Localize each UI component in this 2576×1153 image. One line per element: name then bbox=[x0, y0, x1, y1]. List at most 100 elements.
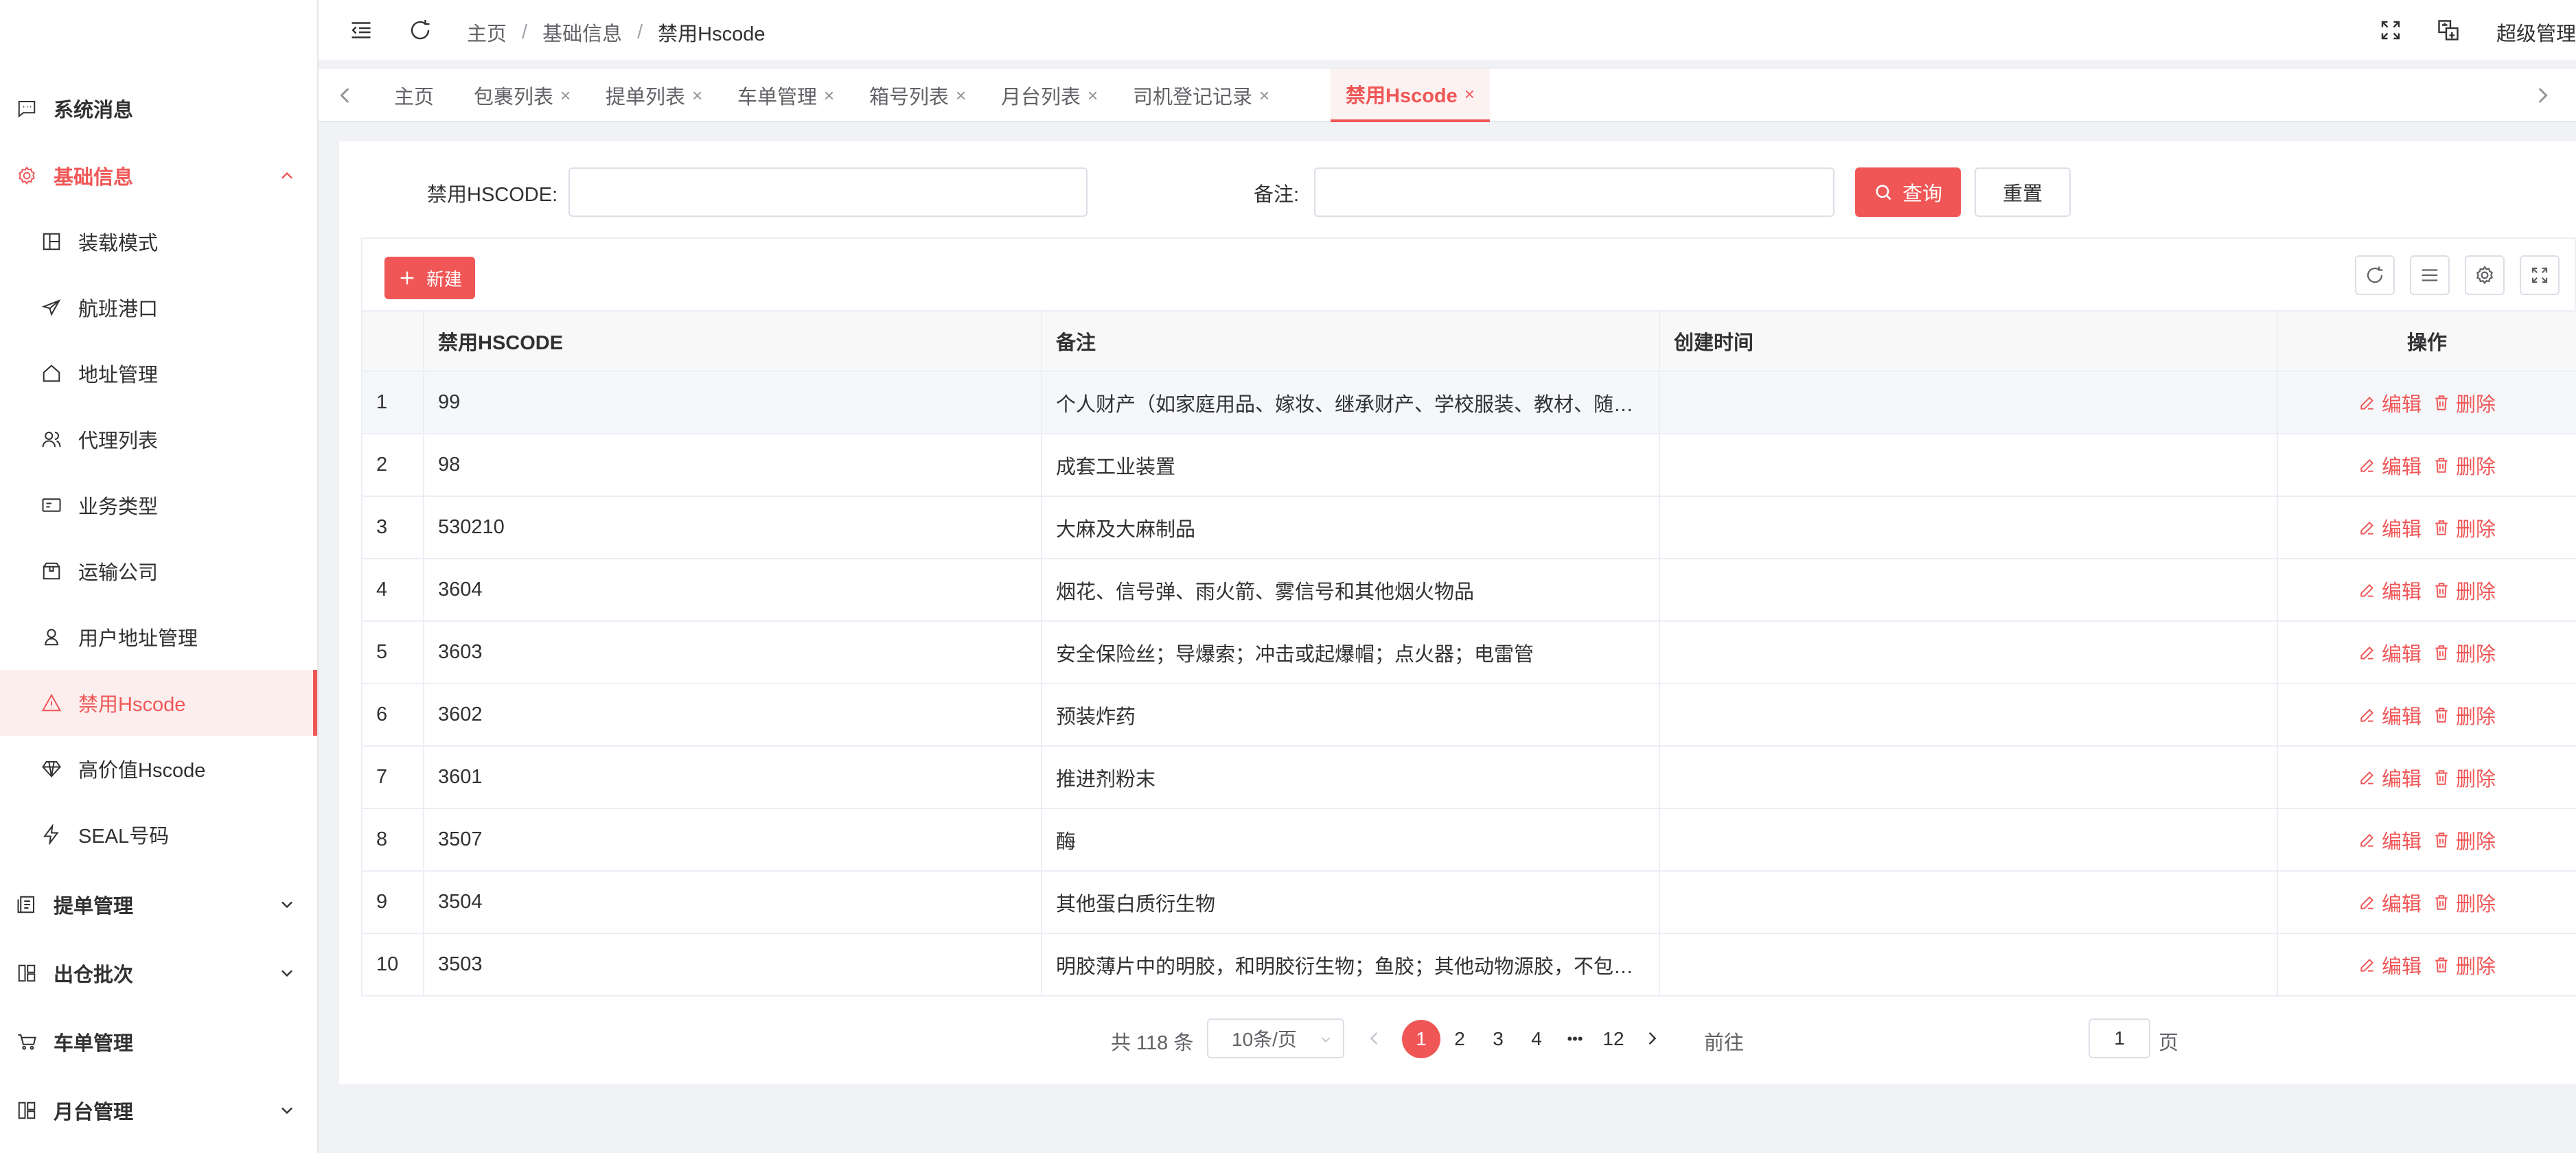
delete-button[interactable]: 删除 bbox=[2433, 826, 2496, 854]
table-row[interactable]: 4 3604 烟花、信号弹、雨火箭、雾信号和其他烟火物品 编辑 删除 bbox=[361, 558, 2576, 622]
search-button[interactable]: 查询 bbox=[1855, 167, 1961, 217]
sidebar-item-transport-company[interactable]: 运输公司 bbox=[0, 538, 317, 604]
table-row[interactable]: 9 3504 其他蛋白质衍生物 编辑 删除 bbox=[361, 870, 2576, 934]
delete-button[interactable]: 删除 bbox=[2433, 388, 2496, 417]
edit-button[interactable]: 编辑 bbox=[2358, 388, 2422, 417]
sidebar-item-loading-mode[interactable]: 装载模式 bbox=[0, 209, 317, 275]
page-number[interactable]: 3 bbox=[1479, 1020, 1517, 1058]
sidebar-item-dock-management[interactable]: 月台管理 bbox=[0, 1078, 317, 1143]
cell-remark: 大麻及大麻制品 bbox=[1041, 496, 1660, 559]
goto-page-input[interactable] bbox=[2089, 1018, 2150, 1058]
user-menu[interactable]: 超级管理 bbox=[2496, 18, 2576, 47]
tab-container-list[interactable]: 箱号列表 × bbox=[854, 69, 981, 122]
tab-dock-list[interactable]: 月台列表 × bbox=[986, 69, 1113, 122]
tab-home[interactable]: 主页 bbox=[379, 69, 449, 122]
tab-package-list[interactable]: 包裹列表 × bbox=[459, 69, 586, 122]
new-button[interactable]: 新建 bbox=[384, 257, 475, 299]
delete-button[interactable]: 删除 bbox=[2433, 513, 2496, 542]
sidebar-item-high-value-hscode[interactable]: 高价值Hscode bbox=[0, 736, 317, 802]
sidebar-item-banned-hscode[interactable]: 禁用Hscode bbox=[0, 670, 317, 736]
cell-actions: 编辑 删除 bbox=[2277, 620, 2576, 684]
delete-button[interactable]: 删除 bbox=[2433, 451, 2496, 480]
edit-label: 编辑 bbox=[2381, 768, 2422, 791]
close-icon[interactable]: × bbox=[1464, 84, 1475, 105]
column-header-remark[interactable]: 备注 bbox=[1041, 310, 1660, 372]
sidebar-item-business-type[interactable]: 业务类型 bbox=[0, 472, 317, 538]
table-row[interactable]: 10 3503 明胶薄片中的明胶，和明胶衍生物；鱼胶；其他动物源胶，不包括… 编辑 删除 bbox=[361, 933, 2576, 997]
tab-driver-registration[interactable]: 司机登记记录 × bbox=[1118, 69, 1285, 122]
prev-page-icon[interactable] bbox=[1365, 1029, 1384, 1048]
density-icon[interactable] bbox=[2410, 255, 2450, 295]
page-number[interactable]: 1 bbox=[1402, 1020, 1440, 1058]
tab-banned-hscode[interactable]: 禁用Hscode × bbox=[1331, 69, 1490, 122]
edit-button[interactable]: 编辑 bbox=[2358, 451, 2422, 480]
column-settings-icon[interactable] bbox=[2465, 255, 2505, 295]
column-header-hscode[interactable]: 禁用HSCODE bbox=[423, 310, 1042, 372]
layout-icon bbox=[41, 231, 62, 252]
sidebar-item-seal-number[interactable]: SEAL号码 bbox=[0, 802, 317, 867]
close-icon[interactable]: × bbox=[824, 85, 834, 106]
edit-button[interactable]: 编辑 bbox=[2358, 951, 2422, 979]
page-ellipsis[interactable]: ••• bbox=[1556, 1020, 1594, 1058]
refresh-table-icon[interactable] bbox=[2355, 255, 2395, 295]
close-icon[interactable]: × bbox=[1088, 85, 1098, 106]
close-icon[interactable]: × bbox=[1259, 85, 1269, 106]
delete-button[interactable]: 删除 bbox=[2433, 638, 2496, 667]
column-header-created-time[interactable]: 创建时间 bbox=[1659, 310, 2278, 372]
breadcrumb-basic-info[interactable]: 基础信息 bbox=[542, 18, 622, 47]
delete-button[interactable]: 删除 bbox=[2433, 576, 2496, 605]
tabs-scroll-right-icon[interactable] bbox=[2531, 84, 2554, 107]
close-icon[interactable]: × bbox=[956, 85, 966, 106]
edit-button[interactable]: 编辑 bbox=[2358, 826, 2422, 854]
edit-button[interactable]: 编辑 bbox=[2358, 888, 2422, 917]
search-button-label: 查询 bbox=[1902, 183, 1942, 205]
breadcrumb-home[interactable]: 主页 bbox=[467, 18, 507, 47]
table-row[interactable]: 1 99 个人财产（如家庭用品、嫁妆、继承财产、学校服装、教材、随葬… 编辑 删除 bbox=[361, 371, 2576, 434]
page-size-select[interactable]: 10条/页 bbox=[1207, 1018, 1344, 1058]
fullscreen-icon[interactable] bbox=[2378, 18, 2403, 43]
tab-truck-bill-management[interactable]: 车单管理 × bbox=[722, 69, 849, 122]
tab-bill-list[interactable]: 提单列表 × bbox=[590, 69, 717, 122]
sidebar-item-outbound-batch[interactable]: 出仓批次 bbox=[0, 940, 317, 1006]
table-row[interactable]: 6 3602 预装炸药 编辑 删除 bbox=[361, 683, 2576, 747]
sidebar-item-bill-management[interactable]: 提单管理 bbox=[0, 872, 317, 937]
table-row[interactable]: 7 3601 推进剂粉末 编辑 删除 bbox=[361, 745, 2576, 809]
delete-button[interactable]: 删除 bbox=[2433, 888, 2496, 917]
column-header-index bbox=[361, 310, 424, 372]
edit-button[interactable]: 编辑 bbox=[2358, 763, 2422, 792]
edit-button[interactable]: 编辑 bbox=[2358, 638, 2422, 667]
sidebar-item-truck-bill-management[interactable]: 车单管理 bbox=[0, 1009, 317, 1075]
sidebar-item-address-management[interactable]: 地址管理 bbox=[0, 340, 317, 406]
delete-button[interactable]: 删除 bbox=[2433, 701, 2496, 730]
refresh-icon[interactable] bbox=[408, 18, 433, 43]
translate-icon[interactable] bbox=[2436, 18, 2461, 43]
remark-filter-input[interactable] bbox=[1314, 167, 1835, 217]
sidebar-item-agent-list[interactable]: 代理列表 bbox=[0, 406, 317, 472]
page-unit-label: 页 bbox=[2159, 1032, 2179, 1054]
next-page-icon[interactable] bbox=[1642, 1029, 1661, 1048]
edit-button[interactable]: 编辑 bbox=[2358, 701, 2422, 730]
sidebar-item-user-address[interactable]: 用户地址管理 bbox=[0, 604, 317, 670]
tabs-scroll-left-icon[interactable] bbox=[334, 84, 357, 107]
close-icon[interactable]: × bbox=[692, 85, 702, 106]
grid-icon bbox=[16, 1100, 37, 1121]
edit-button[interactable]: 编辑 bbox=[2358, 513, 2422, 542]
table-row[interactable]: 2 98 成套工业装置 编辑 删除 bbox=[361, 433, 2576, 497]
page-number[interactable]: 4 bbox=[1517, 1020, 1556, 1058]
close-icon[interactable]: × bbox=[560, 85, 571, 106]
collapse-menu-icon[interactable] bbox=[349, 18, 373, 43]
delete-button[interactable]: 删除 bbox=[2433, 951, 2496, 979]
delete-button[interactable]: 删除 bbox=[2433, 763, 2496, 792]
table-row[interactable]: 5 3603 安全保险丝；导爆索；冲击或起爆帽；点火器；电雷管 编辑 删除 bbox=[361, 620, 2576, 684]
hscode-filter-input[interactable] bbox=[568, 167, 1088, 217]
page-number[interactable]: 12 bbox=[1594, 1020, 1633, 1058]
sidebar-item-basic-info[interactable]: 基础信息 bbox=[0, 143, 317, 209]
table-fullscreen-icon[interactable] bbox=[2520, 255, 2560, 295]
sidebar-item-system-messages[interactable]: 系统消息 bbox=[0, 75, 317, 141]
edit-button[interactable]: 编辑 bbox=[2358, 576, 2422, 605]
reset-button[interactable]: 重置 bbox=[1975, 167, 2071, 217]
table-row[interactable]: 3 530210 大麻及大麻制品 编辑 删除 bbox=[361, 496, 2576, 559]
sidebar-item-flight-port[interactable]: 航班港口 bbox=[0, 275, 317, 340]
table-row[interactable]: 8 3507 酶 编辑 删除 bbox=[361, 808, 2576, 872]
page-number[interactable]: 2 bbox=[1440, 1020, 1479, 1058]
